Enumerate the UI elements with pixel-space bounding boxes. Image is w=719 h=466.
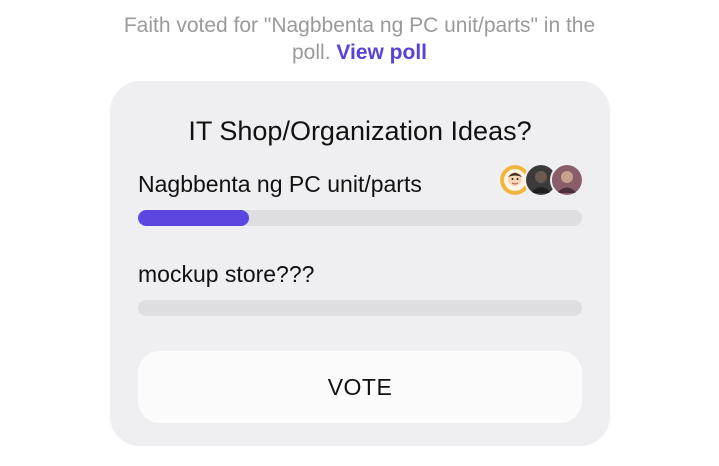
poll-option-2[interactable]: mockup store??? xyxy=(138,260,582,316)
vote-button[interactable]: VOTE xyxy=(138,351,582,423)
notice-text-line-1: Faith voted for "Nagbbenta ng PC unit/pa… xyxy=(123,14,596,37)
poll-option-progress-track xyxy=(138,210,582,226)
poll-option-progress-fill xyxy=(138,210,249,226)
poll-title: IT Shop/Organization Ideas? xyxy=(188,116,532,146)
view-poll-link[interactable]: View poll xyxy=(336,41,427,64)
voter-avatars[interactable] xyxy=(498,163,584,197)
poll-option-label: mockup store??? xyxy=(138,261,315,287)
notice-text-line-2: poll. View poll xyxy=(0,39,719,66)
poll-option-progress-track xyxy=(138,300,582,316)
poll-vote-notice: Faith voted for "Nagbbenta ng PC unit/pa… xyxy=(0,12,719,66)
poll-card: IT Shop/Organization Ideas? Nagbbenta ng… xyxy=(110,81,610,446)
poll-option-1[interactable]: Nagbbenta ng PC unit/parts xyxy=(138,163,584,226)
notice-text-poll: poll. xyxy=(292,41,337,64)
voter-avatar-photo xyxy=(550,163,584,197)
